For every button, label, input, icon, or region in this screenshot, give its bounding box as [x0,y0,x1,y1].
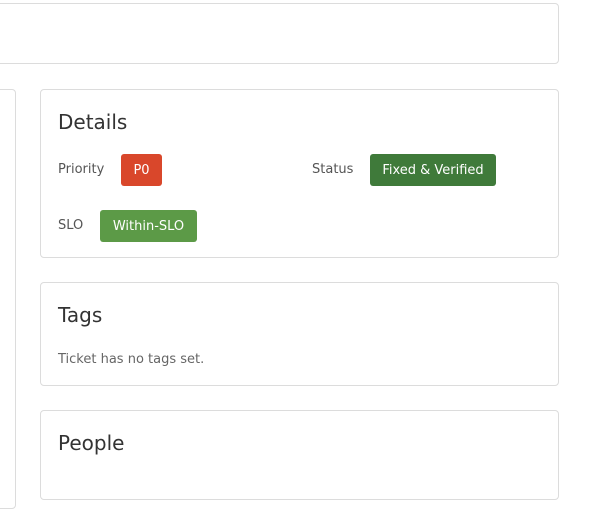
people-card: People [40,410,559,500]
top-card [0,3,559,64]
people-title: People [58,431,125,455]
tags-card: Tags Ticket has no tags set. [40,282,559,386]
slo-label: SLO [58,218,84,233]
priority-badge[interactable]: P0 [121,154,162,186]
priority-label: Priority [58,162,105,177]
left-panel [0,89,16,509]
slo-badge[interactable]: Within-SLO [100,210,197,242]
status-badge[interactable]: Fixed & Verified [370,154,496,186]
status-label: Status [312,162,354,177]
tags-empty-text: Ticket has no tags set. [58,352,205,367]
details-title: Details [58,110,128,134]
tags-title: Tags [58,303,103,327]
details-card: Details Priority P0 Status Fixed & Verif… [40,89,559,258]
